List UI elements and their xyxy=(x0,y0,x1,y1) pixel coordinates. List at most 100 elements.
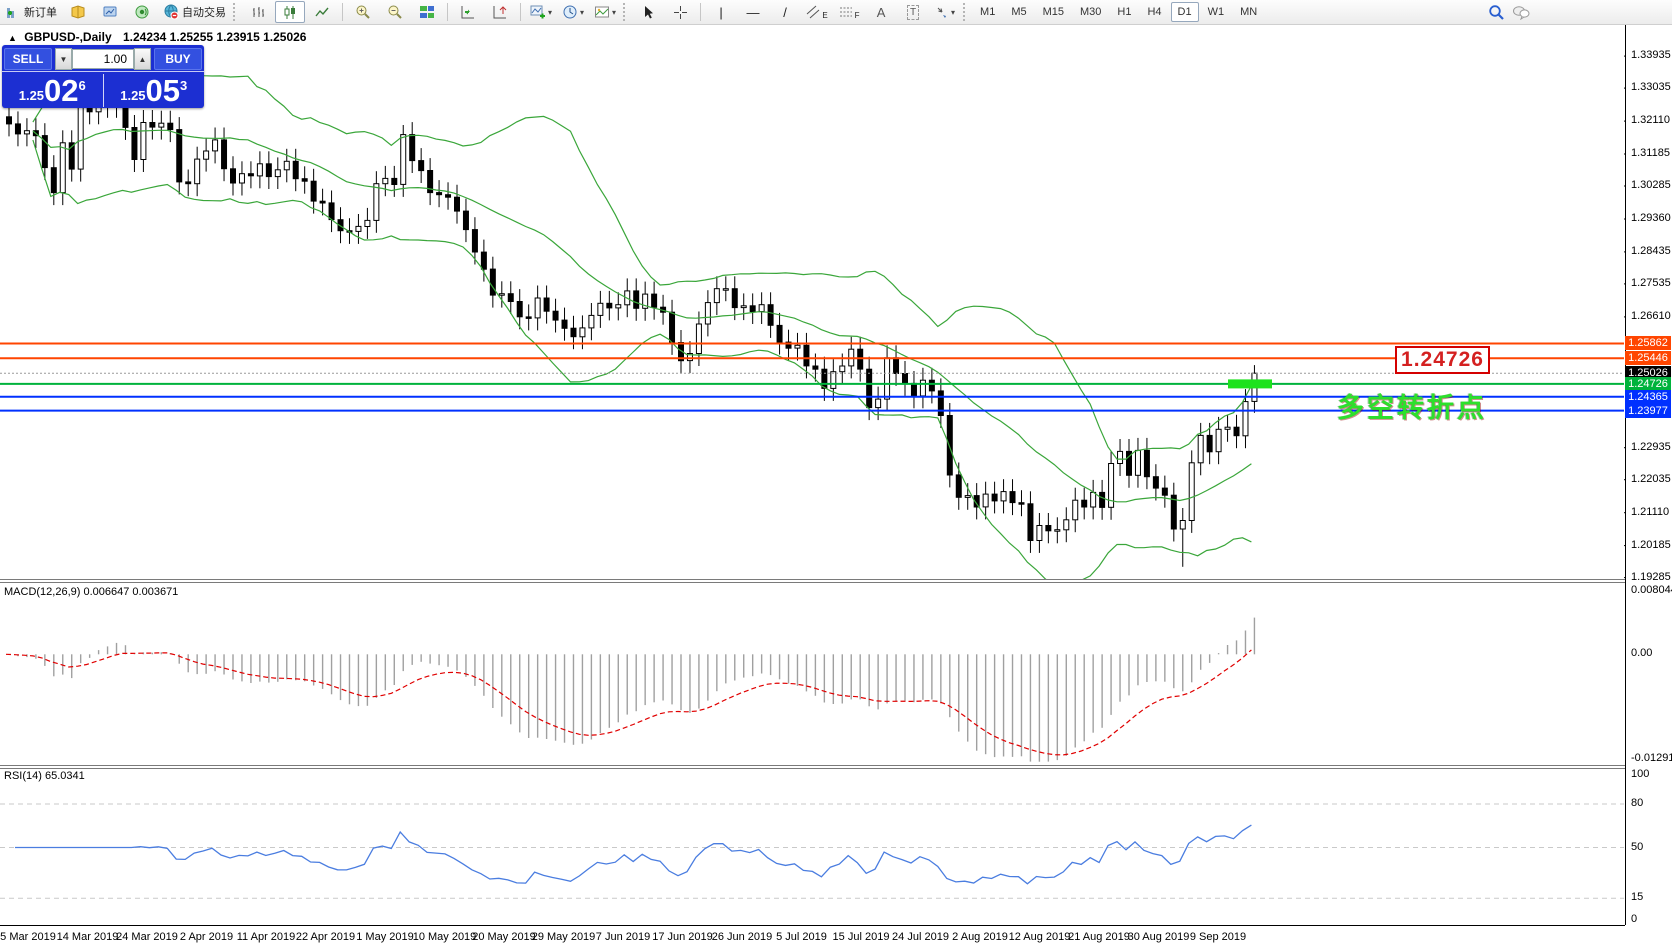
level-price-tag: 1.25446 xyxy=(1625,351,1671,365)
date-tick-label: 17 Jun 2019 xyxy=(652,931,713,943)
cursor-button[interactable] xyxy=(633,1,663,23)
price-tick-label: 1.22035 xyxy=(1631,473,1671,485)
timeframe-button-H4[interactable]: H4 xyxy=(1140,2,1168,22)
fibonacci-icon xyxy=(839,5,855,19)
new-order-button[interactable]: 新订单 xyxy=(1,1,61,23)
periods-caret: ▾ xyxy=(580,8,584,17)
text-label-button[interactable]: T xyxy=(898,1,928,23)
date-tick-label: 10 May 2019 xyxy=(413,931,477,943)
timeframe-button-MN[interactable]: MN xyxy=(1233,2,1264,22)
autotrade-button[interactable]: 自动交易 xyxy=(159,1,230,23)
price-tick-label: 1.27535 xyxy=(1631,277,1671,289)
price-tick-label: 1.30285 xyxy=(1631,179,1671,191)
timeframe-button-M30[interactable]: M30 xyxy=(1073,2,1108,22)
rsi-axis-label: 15 xyxy=(1631,891,1643,903)
price-tick-label: 1.33935 xyxy=(1631,49,1671,61)
history-button[interactable] xyxy=(63,1,93,23)
price-tick-label: 1.22935 xyxy=(1631,441,1671,453)
date-tick-label: 2 Apr 2019 xyxy=(180,931,233,943)
horizontal-line-button[interactable]: — xyxy=(738,1,768,23)
timeframe-group: M1M5M15M30H1H4D1W1MN xyxy=(972,2,1265,22)
candlestick-chart-button[interactable] xyxy=(275,1,305,23)
buy-price-big: 05 xyxy=(146,76,180,106)
volume-decrease-button[interactable]: ▼ xyxy=(55,48,72,70)
level-price-tag: 1.23977 xyxy=(1625,404,1671,418)
time-axis[interactable]: 5 Mar 201914 Mar 201924 Mar 20192 Apr 20… xyxy=(0,925,1625,946)
buy-price[interactable]: 1.25053 xyxy=(104,72,205,109)
timeframe-button-D1[interactable]: D1 xyxy=(1171,2,1199,22)
tile-windows-icon xyxy=(419,4,435,20)
chat-button[interactable] xyxy=(1506,1,1536,23)
tile-windows-button[interactable] xyxy=(412,1,442,23)
macd-max-label: 0.008044 xyxy=(1631,584,1672,596)
rsi-value: 65.0341 xyxy=(45,770,85,782)
bar-chart-button[interactable] xyxy=(243,1,273,23)
timeframe-button-W1[interactable]: W1 xyxy=(1201,2,1232,22)
buy-price-sup: 3 xyxy=(180,78,187,93)
price-tick-label: 1.19285 xyxy=(1631,571,1671,583)
macd-label: MACD(12,26,9) 0.006647 0.003671 xyxy=(4,586,178,598)
trendline-icon: / xyxy=(783,6,787,19)
templates-caret: ▾ xyxy=(612,8,616,17)
crosshair-button[interactable] xyxy=(665,1,695,23)
autotrade-globe-icon xyxy=(163,4,179,20)
chart-canvas[interactable] xyxy=(0,0,1672,945)
sell-button[interactable]: SELL xyxy=(4,48,52,70)
zoom-in-button[interactable] xyxy=(348,1,378,23)
signals-button[interactable] xyxy=(127,1,157,23)
channel-button[interactable]: E xyxy=(802,1,832,23)
toolbar: 新订单 自动交易 xyxy=(0,0,1672,25)
new-order-label: 新订单 xyxy=(24,4,57,20)
templates-button[interactable]: ▾ xyxy=(590,1,620,23)
pane-separator-macd[interactable] xyxy=(0,579,1625,583)
market-watch-button[interactable] xyxy=(95,1,125,23)
date-tick-label: 15 Jul 2019 xyxy=(833,931,890,943)
date-tick-label: 30 Aug 2019 xyxy=(1128,931,1190,943)
vertical-line-button[interactable]: | xyxy=(706,1,736,23)
chart-shift-button[interactable] xyxy=(485,1,515,23)
indicators-button[interactable]: ▾ xyxy=(526,1,556,23)
indicators-caret: ▾ xyxy=(548,8,552,17)
price-tick-label: 1.31185 xyxy=(1631,147,1670,159)
band-upper-line xyxy=(33,67,1252,460)
timeframe-button-M15[interactable]: M15 xyxy=(1036,2,1071,22)
trendline-button[interactable]: / xyxy=(770,1,800,23)
date-tick-label: 24 Jul 2019 xyxy=(892,931,949,943)
zoom-out-button[interactable] xyxy=(380,1,410,23)
rsi-axis-label: 0 xyxy=(1631,913,1637,925)
sell-price[interactable]: 1.25026 xyxy=(2,72,103,109)
toolbar-drag-handle-2[interactable] xyxy=(623,3,630,21)
autoscroll-button[interactable] xyxy=(453,1,483,23)
sell-price-sup: 6 xyxy=(79,78,86,93)
date-tick-label: 7 Jun 2019 xyxy=(596,931,650,943)
price-tick-label: 1.33035 xyxy=(1631,81,1671,93)
macd-name: MACD(12,26,9) xyxy=(4,586,80,598)
line-chart-button[interactable] xyxy=(307,1,337,23)
volume-increase-button[interactable]: ▲ xyxy=(134,48,151,70)
one-click-expand-icon[interactable]: ▲ xyxy=(8,33,17,43)
date-tick-label: 5 Mar 2019 xyxy=(0,931,56,943)
pane-separator-rsi[interactable] xyxy=(0,765,1625,769)
buy-button[interactable]: BUY xyxy=(154,48,202,70)
toolbar-drag-handle-3[interactable] xyxy=(963,3,970,21)
fibonacci-button[interactable]: F xyxy=(834,1,864,23)
macd-min-label: -0.012914 xyxy=(1631,752,1672,764)
arrows-icon xyxy=(935,5,949,19)
sell-price-small: 1.25 xyxy=(19,88,44,103)
periods-button[interactable]: ▾ xyxy=(558,1,588,23)
arrows-button[interactable]: ▾ xyxy=(930,1,960,23)
chart-symbol: GBPUSD-,Daily xyxy=(24,30,111,44)
buy-price-small: 1.25 xyxy=(120,88,145,103)
timeframe-button-M5[interactable]: M5 xyxy=(1004,2,1033,22)
timeframe-button-M1[interactable]: M1 xyxy=(973,2,1002,22)
volume-input[interactable]: 1.00 xyxy=(72,49,134,69)
toolbar-drag-handle[interactable] xyxy=(233,3,240,21)
macd-zero-label: 0.00 xyxy=(1631,647,1652,659)
price-annotation-box[interactable]: 1.24726 xyxy=(1395,346,1490,374)
price-tick-label: 1.32110 xyxy=(1631,114,1670,126)
new-order-icon xyxy=(5,4,21,20)
timeframe-button-H1[interactable]: H1 xyxy=(1110,2,1138,22)
price-tick-label: 1.20185 xyxy=(1631,539,1671,551)
text-button[interactable]: A xyxy=(866,1,896,23)
turning-point-annotation[interactable]: 多空转折点 xyxy=(1337,386,1487,425)
